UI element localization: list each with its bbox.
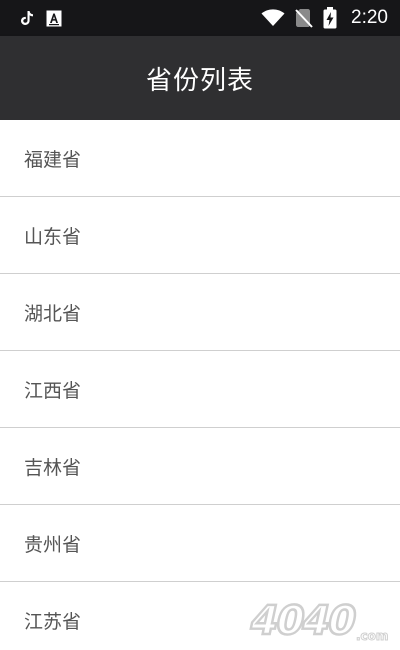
svg-text:.com: .com <box>356 629 388 643</box>
province-label: 江西省 <box>24 379 82 402</box>
list-item-province[interactable]: 福建省 <box>0 120 400 197</box>
battery-charging-icon <box>323 7 337 29</box>
list-item-province[interactable]: 湖北省 <box>0 274 400 351</box>
font-a-icon <box>46 10 62 27</box>
province-list: 福建省 山东省 湖北省 江西省 吉林省 贵州省 江苏省 <box>0 120 400 650</box>
page-title: 省份列表 <box>145 65 254 96</box>
province-label: 福建省 <box>24 148 82 171</box>
status-bar: 2:20 <box>0 0 400 36</box>
watermark-logo: 4040 .com <box>240 595 398 645</box>
status-right: 2:20 <box>261 7 400 29</box>
status-left <box>0 10 62 27</box>
svg-text:4040: 4040 <box>246 596 360 643</box>
list-item-province[interactable]: 江西省 <box>0 351 400 428</box>
no-sim-icon <box>295 8 313 28</box>
province-label: 贵州省 <box>24 533 82 556</box>
province-label: 湖北省 <box>24 302 82 325</box>
list-item-province[interactable]: 山东省 <box>0 197 400 274</box>
province-label: 山东省 <box>24 225 82 248</box>
list-item-province[interactable]: 贵州省 <box>0 505 400 582</box>
province-label: 江苏省 <box>24 610 82 633</box>
status-time: 2:20 <box>351 7 388 28</box>
app-bar: 省份列表 <box>0 36 400 120</box>
tiktok-icon <box>20 10 34 26</box>
province-label: 吉林省 <box>24 456 82 479</box>
list-item-province[interactable]: 吉林省 <box>0 428 400 505</box>
wifi-icon <box>261 9 285 27</box>
